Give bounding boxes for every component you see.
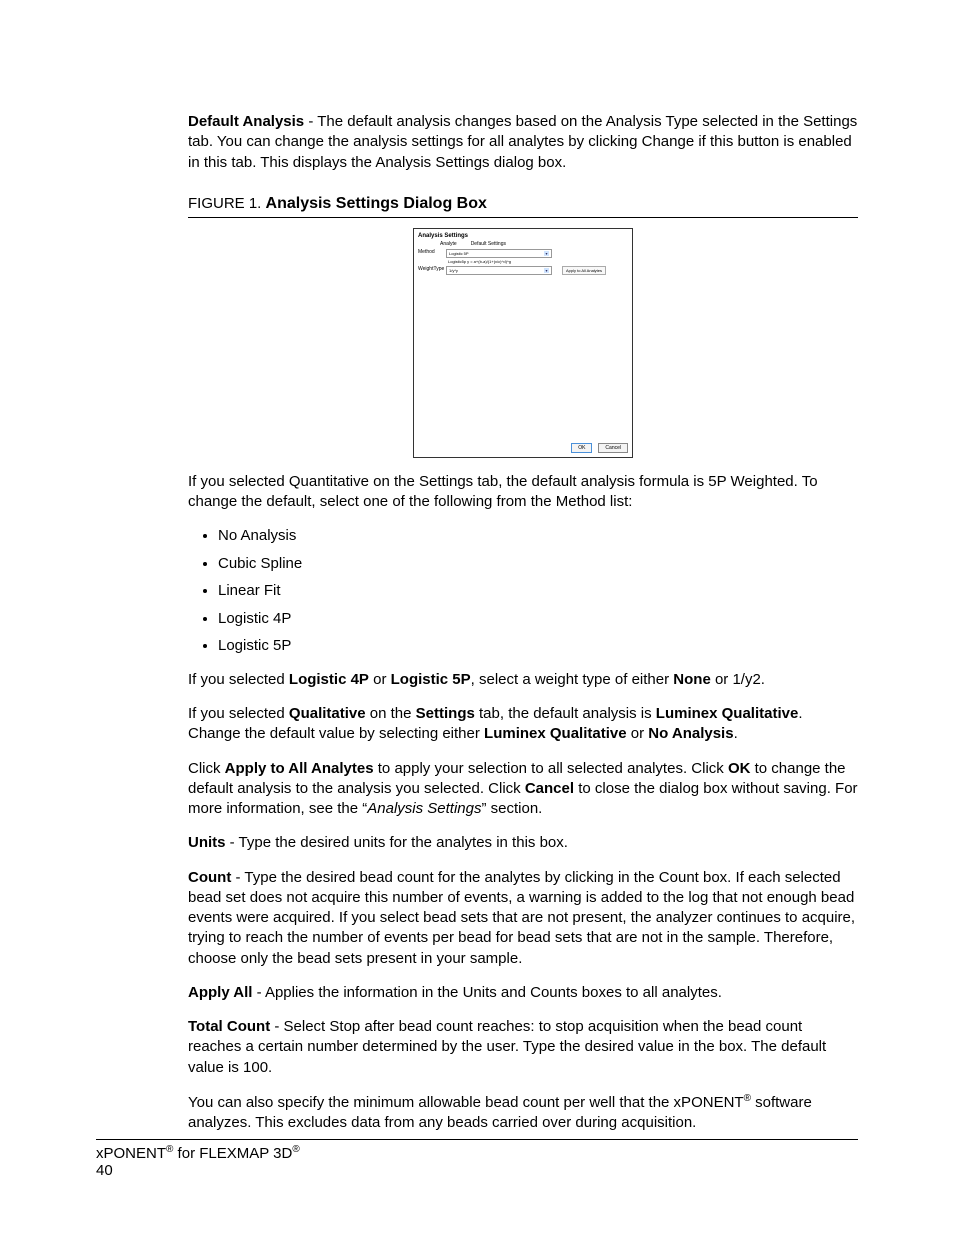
total-count-label: Total Count <box>188 1018 270 1035</box>
method-select[interactable]: Logistic 5P ▾ <box>446 249 552 258</box>
units-label: Units <box>188 834 226 851</box>
closing-paragraph: You can also specify the minimum allowab… <box>188 1092 858 1134</box>
apply-paragraph: Click Apply to All Analytes to apply you… <box>188 759 858 820</box>
list-item: Logistic 4P <box>218 609 858 629</box>
method-value: Logistic 5P <box>449 251 469 256</box>
list-item: Logistic 5P <box>218 636 858 656</box>
analysis-settings-dialog: Analysis Settings Analyte Default Settin… <box>413 228 633 458</box>
weight-label: WeightType <box>418 266 442 272</box>
total-count-paragraph: Total Count - Select Stop after bead cou… <box>188 1017 858 1078</box>
default-analysis-paragraph: Default Analysis - The default analysis … <box>188 112 858 173</box>
ok-button[interactable]: OK <box>571 443 592 453</box>
apply-all-label: Apply All <box>188 984 252 1001</box>
dialog-header-analyte: Analyte <box>440 241 457 247</box>
chevron-down-icon: ▾ <box>544 268 549 273</box>
default-analysis-label: Default Analysis <box>188 113 304 130</box>
document-page: Default Analysis - The default analysis … <box>0 0 954 1235</box>
dialog-weight-row: WeightType 1/y*y ▾ Apply to All Analytes <box>418 266 628 275</box>
units-text: - Type the desired units for the analyte… <box>226 834 568 851</box>
apply-all-text: - Applies the information in the Units a… <box>252 984 721 1001</box>
method-list: No Analysis Cubic Spline Linear Fit Logi… <box>188 526 858 656</box>
footer-product: xPONENT® for FLEXMAP 3D® <box>96 1144 858 1162</box>
total-count-text: - Select Stop after bead count reaches: … <box>188 1018 826 1076</box>
dialog-footer: OK Cancel <box>571 443 628 453</box>
list-item: Cubic Spline <box>218 554 858 574</box>
dialog-method-row: Method Logistic 5P ▾ Logistic5p y = a+(b… <box>418 249 628 264</box>
figure-title: Analysis Settings Dialog Box <box>266 195 487 212</box>
method-formula: Logistic5p y = a+(b-a)/(1+(x/c)^d)^g <box>448 259 628 264</box>
dialog-column-headers: Analyte Default Settings <box>440 241 628 247</box>
page-number: 40 <box>96 1162 858 1179</box>
method-label: Method <box>418 249 442 255</box>
apply-all-paragraph: Apply All - Applies the information in t… <box>188 983 858 1003</box>
weight-value: 1/y*y <box>449 268 458 273</box>
qualitative-paragraph: If you selected Qualitative on the Setti… <box>188 704 858 745</box>
page-footer: xPONENT® for FLEXMAP 3D® 40 <box>96 1139 858 1179</box>
count-text: - Type the desired bead count for the an… <box>188 869 855 967</box>
count-label: Count <box>188 869 231 886</box>
units-paragraph: Units - Type the desired units for the a… <box>188 833 858 853</box>
list-item: Linear Fit <box>218 581 858 601</box>
chevron-down-icon: ▾ <box>544 251 549 256</box>
count-paragraph: Count - Type the desired bead count for … <box>188 868 858 969</box>
logistic-weight-paragraph: If you selected Logistic 4P or Logistic … <box>188 670 858 690</box>
figure-heading: FIGURE 1. Analysis Settings Dialog Box <box>188 195 858 218</box>
cancel-button[interactable]: Cancel <box>598 443 628 453</box>
list-item: No Analysis <box>218 526 858 546</box>
dialog-title: Analysis Settings <box>418 233 628 239</box>
weight-select[interactable]: 1/y*y ▾ <box>446 266 552 275</box>
post-figure-paragraph: If you selected Quantitative on the Sett… <box>188 472 858 513</box>
apply-to-all-analytes-button[interactable]: Apply to All Analytes <box>562 266 606 275</box>
figure-label: FIGURE 1. <box>188 195 266 212</box>
dialog-header-default-settings: Default Settings <box>471 241 506 247</box>
